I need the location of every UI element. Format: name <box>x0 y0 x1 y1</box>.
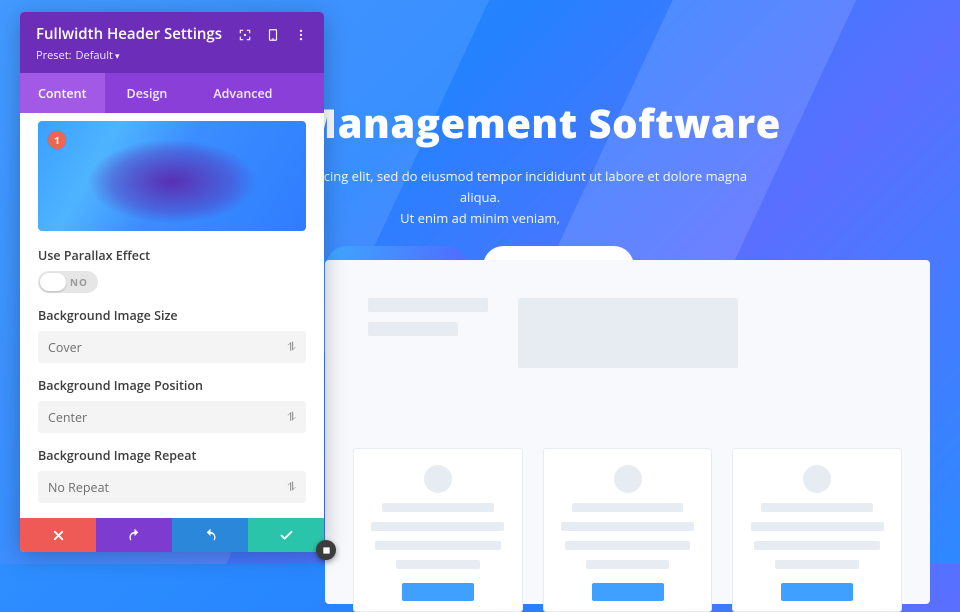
preview-card <box>353 448 523 612</box>
bg-repeat-value: No Repeat <box>48 479 109 496</box>
parallax-label: Use Parallax Effect <box>38 247 306 264</box>
cancel-button[interactable] <box>20 518 96 552</box>
kebab-menu-icon[interactable] <box>294 28 308 42</box>
select-caret-icon: ⥮ <box>287 341 296 353</box>
panel-action-bar <box>20 518 324 552</box>
redo-button[interactable] <box>172 518 248 552</box>
responsive-icon[interactable] <box>266 28 280 42</box>
panel-header: Fullwidth Header Settings Preset: Defaul… <box>20 12 324 73</box>
background-image-thumbnail[interactable]: 1 <box>38 121 306 231</box>
bg-size-value: Cover <box>48 339 82 356</box>
select-caret-icon: ⥮ <box>287 411 296 423</box>
focus-icon[interactable] <box>238 28 252 42</box>
bg-size-select[interactable]: Cover ⥮ <box>38 331 306 363</box>
undo-button[interactable] <box>96 518 172 552</box>
page-preview-frame <box>325 260 930 604</box>
step-badge-1: 1 <box>48 131 66 149</box>
resize-handle[interactable] <box>316 540 336 560</box>
preset-selector[interactable]: Preset: Default <box>36 48 222 63</box>
tab-advanced[interactable]: Advanced <box>189 73 324 113</box>
bg-position-value: Center <box>48 409 87 426</box>
bg-position-label: Background Image Position <box>38 377 306 394</box>
select-caret-icon: ⥮ <box>287 481 296 493</box>
panel-tabs: Content Design Advanced <box>20 73 324 113</box>
toggle-knob <box>40 273 66 291</box>
tab-design[interactable]: Design <box>105 73 190 113</box>
panel-body: 1 Use Parallax Effect NO Background Imag… <box>20 113 324 518</box>
bg-repeat-label: Background Image Repeat <box>38 447 306 464</box>
preview-card <box>732 448 902 612</box>
parallax-toggle[interactable]: NO <box>38 271 98 293</box>
bg-position-select[interactable]: Center ⥮ <box>38 401 306 433</box>
bg-size-label: Background Image Size <box>38 307 306 324</box>
settings-panel: Fullwidth Header Settings Preset: Defaul… <box>20 12 324 552</box>
bg-repeat-select[interactable]: No Repeat ⥮ <box>38 471 306 503</box>
save-button[interactable] <box>248 518 324 552</box>
preview-card <box>543 448 713 612</box>
panel-title: Fullwidth Header Settings <box>36 24 222 44</box>
tab-content[interactable]: Content <box>20 73 105 113</box>
